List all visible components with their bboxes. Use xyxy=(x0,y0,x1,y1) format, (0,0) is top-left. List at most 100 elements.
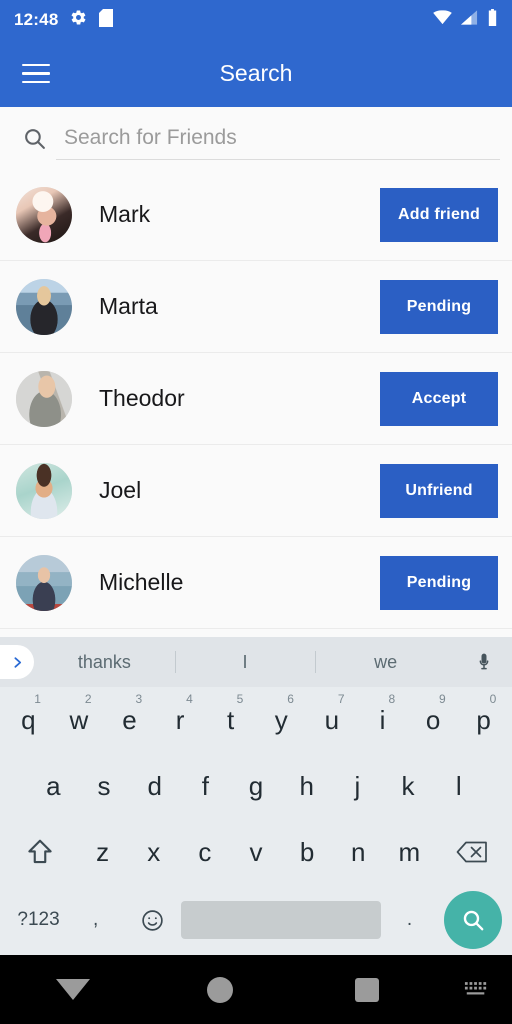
key-e[interactable]: e3 xyxy=(104,687,155,753)
friend-results-list: Mark Add friend Marta Pending Theodor Ac… xyxy=(0,169,512,629)
key-c[interactable]: c xyxy=(179,819,230,885)
friend-action-button[interactable]: Add friend xyxy=(380,187,498,242)
key-superscript: 3 xyxy=(135,692,143,706)
keyboard-row-2: a s d f g h j k l xyxy=(0,753,512,819)
key-x[interactable]: x xyxy=(128,819,179,885)
key-superscript: 2 xyxy=(84,692,92,706)
friend-name: Michelle xyxy=(99,569,184,595)
chevron-right-icon[interactable] xyxy=(0,645,34,679)
status-bar-right xyxy=(433,9,498,31)
key-n[interactable]: n xyxy=(333,819,384,885)
key-i[interactable]: i8 xyxy=(357,687,408,753)
table-row[interactable]: Marta Pending xyxy=(0,261,512,353)
key-t[interactable]: t5 xyxy=(205,687,256,753)
key-m[interactable]: m xyxy=(384,819,435,885)
avatar xyxy=(16,278,72,335)
status-bar-left: 12:48 xyxy=(14,8,114,32)
key-z[interactable]: z xyxy=(77,819,128,885)
table-row[interactable]: Theodor Accept xyxy=(0,353,512,445)
key-h[interactable]: h xyxy=(281,753,332,819)
friend-action-button[interactable]: Accept xyxy=(380,371,498,426)
avatar xyxy=(16,462,72,519)
friend-name: Marta xyxy=(99,293,158,319)
key-y[interactable]: y6 xyxy=(256,687,307,753)
key-label: u xyxy=(324,704,340,735)
key-label: q xyxy=(21,704,36,735)
wifi-icon xyxy=(433,10,452,30)
key-w[interactable]: w2 xyxy=(54,687,105,753)
gear-icon xyxy=(70,9,87,31)
key-label: e xyxy=(122,704,137,735)
table-row[interactable]: Mark Add friend xyxy=(0,169,512,261)
friend-name: Joel xyxy=(99,477,142,503)
key-f[interactable]: f xyxy=(180,753,231,819)
emoji-smiley-icon[interactable] xyxy=(124,885,181,955)
search-input[interactable] xyxy=(56,125,500,150)
key-superscript: 9 xyxy=(439,692,446,706)
avatar xyxy=(16,554,72,611)
system-navigation-bar xyxy=(0,955,512,1024)
key-g[interactable]: g xyxy=(231,753,282,819)
key-label: p xyxy=(476,704,491,735)
key-k[interactable]: k xyxy=(383,753,434,819)
keyboard-row-4: ?123 , . xyxy=(0,885,512,955)
friend-action-button[interactable]: Pending xyxy=(380,555,498,610)
recents-square-icon[interactable] xyxy=(293,977,440,1002)
backspace-delete-icon[interactable] xyxy=(435,819,509,885)
hide-keyboard-down-triangle-icon[interactable] xyxy=(0,979,147,1000)
period-key[interactable]: . xyxy=(381,885,438,955)
space-key[interactable] xyxy=(181,901,381,939)
on-screen-keyboard: thanks I we q1 w2 e3 r4 t5 y6 u7 i8 o9 p… xyxy=(0,637,512,955)
key-superscript: 8 xyxy=(388,692,396,706)
key-r[interactable]: r4 xyxy=(155,687,206,753)
microphone-icon[interactable] xyxy=(456,650,512,674)
search-submit-icon[interactable] xyxy=(443,891,502,949)
key-l[interactable]: l xyxy=(433,753,484,819)
key-superscript: 5 xyxy=(236,692,244,706)
suggestion-item[interactable]: thanks xyxy=(34,652,175,673)
friend-name: Theodor xyxy=(99,385,185,411)
page-title: Search xyxy=(219,60,293,86)
suggestion-strip: thanks I we xyxy=(0,637,512,687)
key-q[interactable]: q1 xyxy=(3,687,54,753)
key-u[interactable]: u7 xyxy=(307,687,358,753)
keyboard-row-1: q1 w2 e3 r4 t5 y6 u7 i8 o9 p0 xyxy=(0,687,512,753)
key-superscript: 4 xyxy=(186,692,193,706)
home-circle-icon[interactable] xyxy=(147,976,294,1003)
shift-up-arrow-icon[interactable] xyxy=(3,819,77,885)
sd-card-icon xyxy=(99,8,114,32)
friend-action-button[interactable]: Unfriend xyxy=(380,463,498,518)
key-label: r xyxy=(175,704,185,735)
avatar xyxy=(16,370,72,427)
key-p[interactable]: p0 xyxy=(458,687,509,753)
table-row[interactable]: Joel Unfriend xyxy=(0,445,512,537)
battery-icon xyxy=(487,9,498,31)
keyboard-row-3: z x c v b n m xyxy=(0,819,512,885)
key-a[interactable]: a xyxy=(28,753,79,819)
search-underline xyxy=(56,116,500,160)
friend-name: Mark xyxy=(99,201,151,227)
key-v[interactable]: v xyxy=(230,819,281,885)
comma-key[interactable]: , xyxy=(67,885,124,955)
status-bar: 12:48 xyxy=(0,0,512,40)
key-s[interactable]: s xyxy=(79,753,130,819)
keyboard-indicator-icon xyxy=(440,981,512,998)
search-bar xyxy=(0,107,512,169)
hamburger-menu-icon[interactable] xyxy=(10,48,62,100)
app-bar: Search xyxy=(0,40,512,107)
key-d[interactable]: d xyxy=(129,753,180,819)
friend-action-button[interactable]: Pending xyxy=(380,279,498,334)
table-row[interactable]: Michelle Pending xyxy=(0,537,512,629)
search-icon xyxy=(12,126,56,151)
key-superscript: 1 xyxy=(34,692,41,706)
key-superscript: 7 xyxy=(337,692,345,706)
key-j[interactable]: j xyxy=(332,753,383,819)
key-b[interactable]: b xyxy=(282,819,333,885)
key-label: w xyxy=(69,704,89,735)
symbols-key[interactable]: ?123 xyxy=(10,885,67,955)
key-o[interactable]: o9 xyxy=(408,687,459,753)
key-label: i xyxy=(379,704,386,735)
avatar xyxy=(16,186,72,243)
suggestion-item[interactable]: we xyxy=(315,652,456,673)
suggestion-item[interactable]: I xyxy=(175,652,316,673)
